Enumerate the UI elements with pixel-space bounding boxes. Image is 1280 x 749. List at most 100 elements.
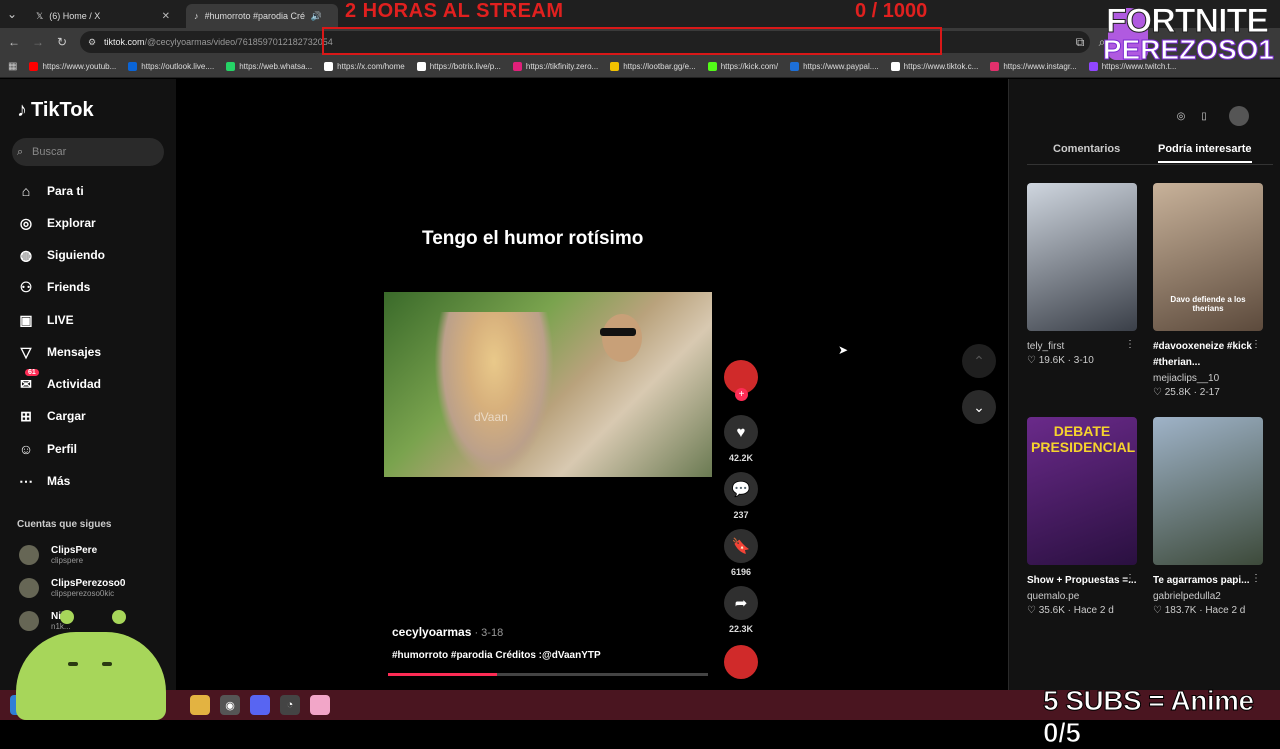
browser-tab-tiktok[interactable]: ♪ #humorroto #parodia Créd 🔊 [186,4,338,28]
bookmark-label: https://x.com/home [337,62,405,71]
previous-video-icon[interactable]: ⌃ [962,344,996,378]
card-title[interactable]: Show + Propuestas =... [1027,573,1137,589]
card-title[interactable]: Te agarramos papi... [1153,573,1263,589]
sidebar-item-live[interactable]: ▣ LIVE [17,311,73,329]
tab-comments[interactable]: Comentarios [1053,143,1120,155]
compass-icon: ⌂ [21,183,31,199]
card-user[interactable]: quemalo.pe [1027,591,1137,602]
sidebar-item-cargar[interactable]: ⊞ Cargar [17,407,86,425]
comment-count: 237 [733,510,749,520]
card-user[interactable]: tely_first [1027,341,1137,352]
followed-account[interactable]: ClipsPere clipspere [19,545,97,565]
bookmark-item[interactable]: https://www.youtub... [29,62,116,71]
mouse-cursor-icon: ➤ [838,343,849,357]
obs-icon[interactable]: ◔ [280,695,300,715]
video-progress-bar[interactable] [388,673,708,676]
more-options-icon[interactable]: ⋮ [1251,573,1261,584]
forward-icon[interactable]: → [30,34,46,50]
account-text: ClipsPerezoso0 clipsperezoso0kic [51,578,125,598]
account-handle: clipspere [51,556,84,565]
sidebar-item-explorar[interactable]: ◎ Explorar [17,214,96,232]
video-feed: Tengo el humor rotísimo dVaan cecylyoarm… [176,79,1008,690]
bookmark-item[interactable]: https://www.paypal.... [790,62,879,71]
tiktok-note-icon: ♪ [17,99,27,121]
next-creator-avatar[interactable] [724,645,758,679]
sidebar-item-perfil[interactable]: ☺ Perfil [17,440,77,458]
bookmark-item[interactable]: https://www.tiktok.c... [890,62,978,71]
tab-suggested[interactable]: Podría interesarte [1158,143,1252,163]
close-tab-icon[interactable]: ✕ [162,11,170,22]
apps-icon[interactable]: ▦ [8,61,17,72]
comment-action[interactable]: 💬 237 [724,472,758,520]
video-thumbnail[interactable] [1027,183,1137,331]
stream-goal-count: 0 / 1000 [855,0,928,22]
suggested-video-card[interactable]: DEBATE PRESIDENCIAL Show + Propuestas =..… [1027,417,1137,616]
bookmark-icon[interactable]: 🔖 [724,529,758,563]
sidebar-item-siguiendo[interactable]: ◍ Siguiendo [17,246,105,264]
bookmark-item[interactable]: https://x.com/home [324,62,405,71]
bookmark-item[interactable]: https://web.whatsa... [226,62,312,71]
folder-icon[interactable] [190,695,210,715]
video-author[interactable]: cecylyoarmas · 3-18 [392,625,503,639]
bookmark-item[interactable]: https://www.instagr... [990,62,1077,71]
video-player[interactable]: dVaan [384,292,712,477]
bookmark-item[interactable]: https://tikfinity.zero... [512,62,598,71]
card-title[interactable]: #davooxeneize #kick #therian... [1153,339,1263,371]
author-name[interactable]: cecylyoarmas [392,625,471,639]
bookmark-item[interactable]: https://kick.com/ [707,62,778,71]
share-icon[interactable]: ➦ [724,586,758,620]
more-options-icon[interactable]: ⋮ [1125,573,1135,584]
save-action[interactable]: 🔖 6196 [724,529,758,577]
sidebar-item-mensajes[interactable]: ▽ Mensajes [17,343,101,361]
suggested-video-card[interactable]: Te agarramos papi... ⋮ gabrielpedulla2 ♡ 18… [1153,417,1263,616]
bookmark-item[interactable]: https://botrix.live/p... [416,62,501,71]
followed-account[interactable]: ClipsPerezoso0 clipsperezoso0kic [19,578,125,598]
card-user[interactable]: mejiaclips__10 [1153,373,1263,384]
sidebar-item-friends[interactable]: ⚇ Friends [17,278,91,296]
speaker-icon[interactable]: 🔊 [311,11,322,22]
right-panel: ◎ ▯ Comentarios Podría interesarte ⋮ tely… [1008,79,1280,690]
more-options-icon[interactable]: ⋮ [1125,339,1135,350]
video-thumbnail[interactable] [1153,417,1263,565]
stream-goal-title: 2 HORAS AL STREAM [345,0,564,22]
video-description[interactable]: #humorroto #parodia Créditos :@dVaanYTP [392,650,601,661]
suggested-video-card[interactable]: ⋮ tely_first ♡ 19.6K · 3-10 [1027,183,1137,366]
card-user[interactable]: gabrielpedulla2 [1153,591,1263,602]
install-app-icon[interactable]: ⧉ [1072,34,1088,50]
share-count: 22.3K [728,624,754,634]
bookmark-label: https://www.instagr... [1003,62,1077,71]
tiktok-logo[interactable]: ♪ TikTok [17,99,94,122]
sidebar-item-actividad[interactable]: ✉ 61 Actividad [17,369,101,393]
profile-icon: ☺ [18,441,34,457]
search-input[interactable]: ⌕ Buscar [12,138,164,166]
back-icon[interactable]: ← [6,34,22,50]
share-action[interactable]: ➦ 22.3K [724,586,758,634]
app-icon[interactable] [310,695,330,715]
browser-tab-x[interactable]: 𝕏 (6) Home / X ✕ [28,4,178,28]
reload-icon[interactable]: ↻ [54,34,70,50]
bookmark-item[interactable]: https://outlook.live.... [128,62,214,71]
video-thumbnail[interactable]: DEBATE PRESIDENCIAL [1027,417,1137,565]
sidebar-item-más[interactable]: ⋯ Más [17,472,70,490]
bookmark-label: https://lootbar.gg/e... [623,62,696,71]
more-options-icon[interactable]: ⋮ [1251,339,1261,350]
profile-avatar[interactable] [1229,106,1249,126]
compass-tool-icon[interactable]: ◎ [1171,106,1191,126]
follow-plus-icon[interactable]: + [735,388,748,401]
tab-search-icon[interactable]: ⌄ [4,6,20,22]
bookmark-favicon-icon [416,62,426,71]
discord-icon[interactable] [250,695,270,715]
sidebar-item-para-ti[interactable]: ⌂ Para ti [17,182,84,200]
device-icon[interactable]: ▯ [1194,106,1214,126]
suggested-video-card[interactable]: Davo defiende a los therians #davooxeneiz… [1153,183,1263,398]
site-info-icon[interactable]: ⚙ [88,31,96,53]
bookmark-item[interactable]: https://lootbar.gg/e... [610,62,696,71]
video-thumbnail[interactable]: Davo defiende a los therians [1153,183,1263,331]
sidebar-item-label: Mensajes [47,345,102,359]
like-action[interactable]: ♥ 42.2K [724,415,758,463]
mascot-antenna [60,610,74,624]
comment-icon[interactable]: 💬 [724,472,758,506]
chrome-icon[interactable]: ◉ [220,695,240,715]
heart-icon[interactable]: ♥ [724,415,758,449]
next-video-icon[interactable]: ⌄ [962,390,996,424]
